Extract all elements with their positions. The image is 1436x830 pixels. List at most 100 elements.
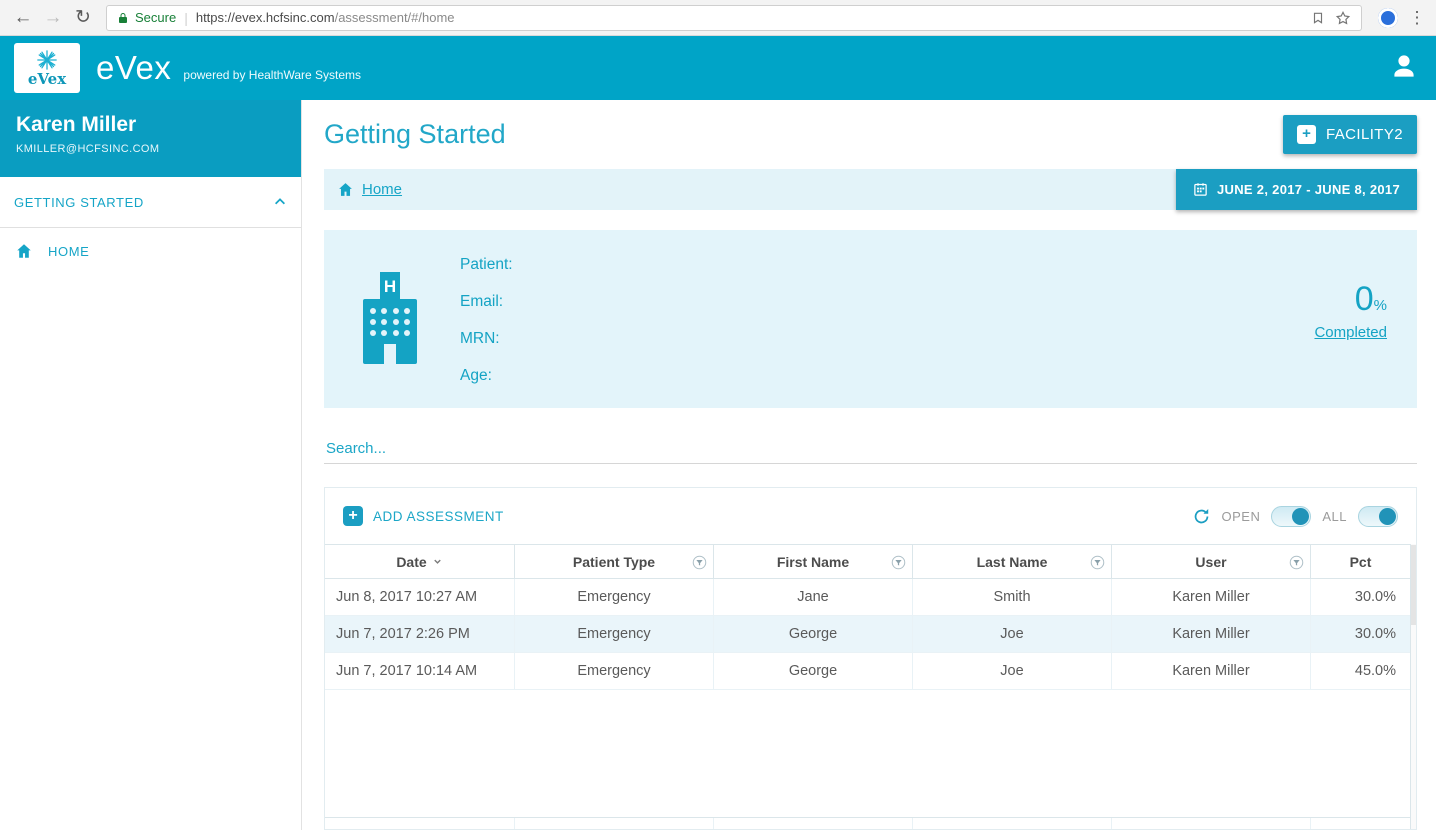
column-header-user[interactable]: User bbox=[1112, 545, 1311, 578]
cell-user: Karen Miller bbox=[1112, 616, 1311, 652]
toggle-knob bbox=[1379, 508, 1396, 525]
sidebar-item-label: HOME bbox=[48, 244, 89, 259]
user-name: Karen Miller bbox=[16, 113, 285, 137]
filter-icon[interactable] bbox=[1090, 555, 1105, 570]
patient-label: Patient: bbox=[460, 246, 513, 283]
column-label: Patient Type bbox=[573, 554, 655, 570]
page-action-icon[interactable] bbox=[1311, 11, 1325, 25]
search-input[interactable] bbox=[324, 434, 1417, 464]
scrollbar-thumb[interactable] bbox=[1411, 545, 1416, 625]
table-row[interactable]: Jun 7, 2017 10:14 AM Emergency George Jo… bbox=[325, 653, 1416, 690]
powered-by-text: powered by HealthWare Systems bbox=[183, 68, 361, 82]
url-host: https://evex.hcfsinc.com bbox=[196, 10, 335, 25]
grid-toolbar: + ADD ASSESSMENT OPEN ALL bbox=[325, 488, 1416, 544]
user-email: KMILLER@HCFSINC.COM bbox=[16, 143, 285, 155]
cell-patient-type: Emergency bbox=[515, 579, 714, 615]
table-row[interactable]: Jun 7, 2017 2:26 PM Emergency George Joe… bbox=[325, 616, 1416, 653]
cell-last-name: Joe bbox=[913, 616, 1112, 652]
date-range-button[interactable]: JUNE 2, 2017 - JUNE 8, 2017 bbox=[1176, 169, 1417, 210]
refresh-page-icon[interactable]: ↻ bbox=[68, 1, 98, 35]
filter-icon[interactable] bbox=[891, 555, 906, 570]
column-header-date[interactable]: Date bbox=[325, 545, 515, 578]
profile-avatar-icon[interactable] bbox=[1378, 8, 1398, 28]
grid-footer-edge bbox=[325, 817, 1410, 829]
logo-text: eVex bbox=[28, 72, 66, 87]
assessment-grid: + ADD ASSESSMENT OPEN ALL Date bbox=[324, 487, 1417, 830]
facility-button-label: FACILITY2 bbox=[1326, 126, 1403, 143]
hospital-icon: H bbox=[358, 270, 422, 371]
column-label: User bbox=[1195, 554, 1226, 570]
sidebar-section-label: GETTING STARTED bbox=[14, 195, 144, 210]
plus-icon: + bbox=[1297, 125, 1316, 144]
sidebar-section-getting-started[interactable]: GETTING STARTED bbox=[0, 177, 301, 228]
open-toggle-label: OPEN bbox=[1222, 509, 1261, 524]
page-title: Getting Started bbox=[324, 119, 506, 150]
cell-date: Jun 7, 2017 10:14 AM bbox=[325, 653, 515, 689]
back-icon[interactable]: ← bbox=[8, 1, 38, 35]
bookmark-star-icon[interactable] bbox=[1335, 10, 1351, 26]
logo-starburst-icon bbox=[36, 49, 58, 71]
calendar-icon bbox=[1193, 182, 1208, 197]
all-toggle-label: ALL bbox=[1322, 509, 1347, 524]
svg-text:H: H bbox=[384, 277, 396, 296]
cell-date: Jun 8, 2017 10:27 AM bbox=[325, 579, 515, 615]
breadcrumb-home-label: Home bbox=[362, 181, 402, 198]
user-profile-icon[interactable] bbox=[1388, 50, 1420, 87]
app-header: eVex eVex powered by HealthWare Systems bbox=[0, 36, 1436, 100]
filter-icon[interactable] bbox=[1289, 555, 1304, 570]
lock-icon bbox=[117, 12, 129, 24]
age-label: Age: bbox=[460, 357, 513, 394]
percent-value: 0 bbox=[1355, 280, 1374, 318]
cell-date: Jun 7, 2017 2:26 PM bbox=[325, 616, 515, 652]
cell-user: Karen Miller bbox=[1112, 579, 1311, 615]
facility-button[interactable]: + FACILITY2 bbox=[1283, 115, 1417, 154]
sidebar-user-block: Karen Miller KMILLER@HCFSINC.COM bbox=[0, 100, 301, 177]
sidebar: Karen Miller KMILLER@HCFSINC.COM GETTING… bbox=[0, 100, 302, 830]
cell-pct: 30.0% bbox=[1311, 579, 1410, 615]
date-range-label: JUNE 2, 2017 - JUNE 8, 2017 bbox=[1217, 182, 1400, 197]
grid-header-row: Date Patient Type First Name Last Name bbox=[325, 544, 1416, 579]
chevron-up-icon bbox=[273, 195, 287, 209]
browser-menu-icon[interactable]: ⋮ bbox=[1406, 8, 1428, 28]
forward-icon[interactable]: → bbox=[38, 1, 68, 35]
grid-scrollbar[interactable] bbox=[1410, 544, 1416, 829]
add-assessment-button[interactable]: + ADD ASSESSMENT bbox=[343, 506, 504, 526]
home-icon bbox=[337, 181, 354, 198]
plus-icon: + bbox=[343, 506, 363, 526]
toggle-knob bbox=[1292, 508, 1309, 525]
cell-first-name: Jane bbox=[714, 579, 913, 615]
completed-percent: 0% bbox=[1314, 280, 1387, 318]
column-header-patient-type[interactable]: Patient Type bbox=[515, 545, 714, 578]
column-header-first-name[interactable]: First Name bbox=[714, 545, 913, 578]
cell-pct: 45.0% bbox=[1311, 653, 1410, 689]
address-bar[interactable]: Secure | https://evex.hcfsinc.com /asses… bbox=[106, 5, 1362, 31]
evex-logo[interactable]: eVex bbox=[14, 43, 80, 93]
completed-link[interactable]: Completed bbox=[1314, 324, 1387, 341]
url-path: /assessment/#/home bbox=[335, 10, 455, 25]
patient-info-panel: H Patient: Email: MRN: Age: 0% Completed bbox=[324, 230, 1417, 408]
cell-patient-type: Emergency bbox=[515, 616, 714, 652]
cell-first-name: George bbox=[714, 616, 913, 652]
sidebar-item-home[interactable]: HOME bbox=[0, 228, 301, 274]
column-header-pct[interactable]: Pct bbox=[1311, 545, 1410, 578]
breadcrumb-home-link[interactable]: Home bbox=[337, 181, 402, 198]
breadcrumb: Home JUNE 2, 2017 - JUNE 8, 2017 bbox=[324, 169, 1417, 210]
secure-label: Secure bbox=[135, 10, 176, 25]
mrn-label: MRN: bbox=[460, 320, 513, 357]
percent-sign: % bbox=[1374, 297, 1387, 314]
table-row[interactable]: Jun 8, 2017 10:27 AM Emergency Jane Smit… bbox=[325, 579, 1416, 616]
home-icon bbox=[15, 242, 33, 260]
all-toggle[interactable] bbox=[1358, 506, 1398, 527]
column-header-last-name[interactable]: Last Name bbox=[913, 545, 1112, 578]
refresh-grid-icon[interactable] bbox=[1192, 507, 1211, 526]
add-assessment-label: ADD ASSESSMENT bbox=[373, 509, 504, 524]
column-label: Last Name bbox=[977, 554, 1048, 570]
column-label: Pct bbox=[1350, 554, 1372, 570]
cell-user: Karen Miller bbox=[1112, 653, 1311, 689]
url-separator: | bbox=[184, 10, 188, 26]
cell-first-name: George bbox=[714, 653, 913, 689]
main-content: Getting Started + FACILITY2 Home JUNE 2,… bbox=[302, 100, 1436, 830]
filter-icon[interactable] bbox=[692, 555, 707, 570]
cell-pct: 30.0% bbox=[1311, 616, 1410, 652]
open-toggle[interactable] bbox=[1271, 506, 1311, 527]
